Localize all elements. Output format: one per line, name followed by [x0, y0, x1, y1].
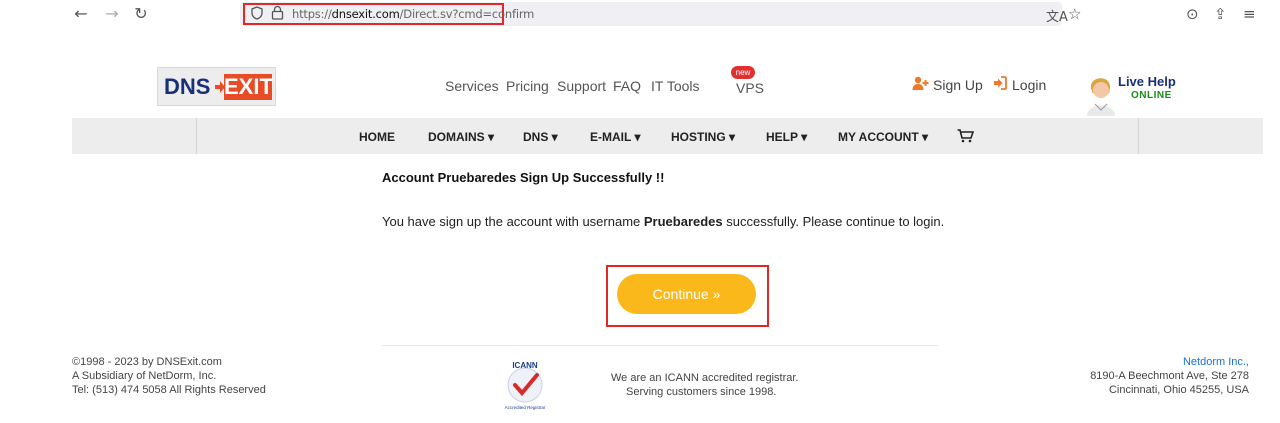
share-icon[interactable]: ⇪: [1214, 5, 1227, 23]
url-domain: dnsexit.com: [331, 7, 400, 21]
icann-bottom-text: Accredited Registrar: [505, 405, 546, 410]
nav-support[interactable]: Support: [557, 78, 606, 94]
menu-dns[interactable]: DNS ▾: [523, 130, 558, 144]
nav-divider-right: [1138, 118, 1139, 154]
footer-address-2: Cincinnati, Ohio 45255, USA: [1108, 384, 1249, 396]
success-heading: Account Pruebaredes Sign Up Successfully…: [382, 170, 665, 185]
menu-help[interactable]: HELP ▾: [766, 130, 807, 144]
nav-it-tools[interactable]: IT Tools: [651, 78, 700, 94]
lock-icon[interactable]: [271, 5, 284, 20]
signup-link[interactable]: Sign Up: [933, 77, 983, 93]
menu-my-account[interactable]: MY ACCOUNT ▾: [838, 130, 928, 144]
footer-subsidiary: A Subsidiary of NetDorm, Inc.: [72, 370, 217, 382]
reload-icon[interactable]: ↻: [132, 5, 150, 23]
nav-faq[interactable]: FAQ: [613, 78, 641, 94]
footer-phone: Tel: (513) 474 5058 All Rights Reserved: [72, 384, 266, 396]
main-navigation-bar: [72, 118, 1263, 154]
logo-dns-text: DNS: [164, 74, 211, 99]
icann-accredited-logo: ICANN Accredited Registrar: [505, 361, 546, 410]
menu-email[interactable]: E-MAIL ▾: [590, 130, 640, 144]
menu-hosting[interactable]: HOSTING ▾: [671, 130, 735, 144]
message-username: Pruebaredes: [643, 214, 723, 229]
live-help-title[interactable]: Live Help: [1118, 74, 1176, 89]
url-text[interactable]: https://dnsexit.com/Direct.sv?cmd=confir…: [292, 7, 534, 21]
vps-new-badge: new: [731, 66, 755, 79]
footer-since-text: Serving customers since 1998.: [626, 386, 777, 398]
icann-top-text: ICANN: [512, 361, 538, 370]
nav-vps[interactable]: VPS: [736, 80, 764, 96]
dnsexit-logo[interactable]: DNS EXIT: [157, 67, 276, 106]
login-icon[interactable]: [993, 76, 1007, 90]
continue-button[interactable]: Continue »: [617, 274, 756, 314]
browser-toolbar: ← → ↻ https://dnsexit.com/Direct.sv?cmd=…: [0, 0, 1280, 28]
back-icon[interactable]: ←: [72, 5, 90, 23]
forward-icon[interactable]: →: [103, 5, 121, 23]
footer-netdorm-link[interactable]: Netdorm Inc.,: [1183, 356, 1249, 368]
footer-address-1: 8190-A Beechmont Ave, Ste 278: [1090, 370, 1249, 382]
menu-domains[interactable]: DOMAINS ▾: [428, 130, 494, 144]
shield-icon[interactable]: [251, 6, 263, 20]
footer-copyright: ©1998 - 2023 by DNSExit.com: [72, 356, 222, 368]
content-divider: [382, 345, 938, 346]
logo-exit-text: EXIT: [224, 74, 273, 100]
success-message: You have sign up the account with userna…: [382, 214, 944, 229]
live-help-status: ONLINE: [1131, 90, 1172, 101]
menu-icon[interactable]: ≡: [1243, 5, 1256, 23]
cart-icon[interactable]: [957, 129, 974, 143]
footer-icann-text: We are an ICANN accredited registrar.: [611, 372, 799, 384]
live-help-avatar-icon[interactable]: [1083, 70, 1119, 116]
menu-home[interactable]: HOME: [359, 130, 395, 144]
pocket-icon[interactable]: ⊙: [1186, 5, 1199, 23]
login-link[interactable]: Login: [1012, 77, 1046, 93]
bookmark-star-icon[interactable]: ☆: [1068, 5, 1081, 23]
message-suffix: successfully. Please continue to login.: [722, 214, 945, 229]
nav-pricing[interactable]: Pricing: [506, 78, 549, 94]
nav-services[interactable]: Services: [445, 78, 499, 94]
add-user-icon[interactable]: [912, 76, 929, 91]
url-path: /Direct.sv?cmd=confirm: [399, 7, 535, 21]
translate-icon[interactable]: 文A: [1046, 6, 1068, 25]
message-prefix: You have sign up the account with userna…: [382, 214, 644, 229]
url-prefix: https://: [292, 7, 332, 21]
nav-divider-left: [196, 118, 197, 154]
